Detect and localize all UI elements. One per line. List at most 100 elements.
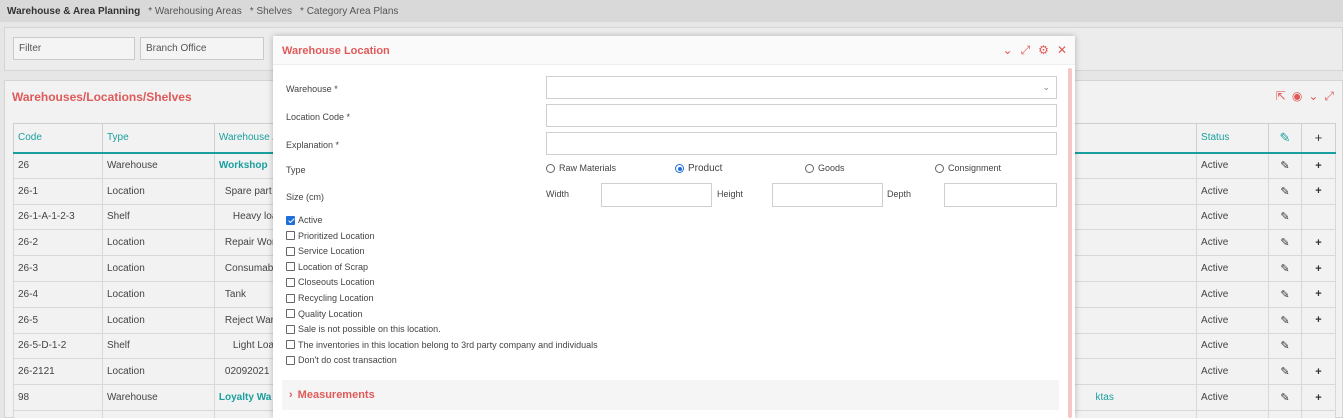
close-icon[interactable]: ✕ xyxy=(1057,43,1067,58)
edit-row-icon[interactable]: ✎ xyxy=(1268,255,1302,282)
breadcrumb-shelves[interactable]: Shelves xyxy=(250,6,292,17)
eye-icon[interactable]: ◉ xyxy=(1292,89,1302,104)
add-column-icon[interactable]: + xyxy=(1300,123,1337,154)
add-child-icon[interactable]: + xyxy=(1300,229,1337,257)
explanation-label: Explanation * xyxy=(286,140,340,150)
checkbox[interactable] xyxy=(286,309,295,319)
checkbox[interactable] xyxy=(286,324,295,334)
breadcrumb: Warehouse & Area Planning Warehousing Ar… xyxy=(0,0,1343,22)
add-child-icon[interactable]: + xyxy=(1300,409,1337,418)
add-child-icon[interactable]: + xyxy=(1300,306,1337,334)
column-header-code[interactable]: Code xyxy=(13,123,103,154)
height-field[interactable] xyxy=(772,183,883,207)
checkbox[interactable] xyxy=(286,231,295,241)
breadcrumb-category-area-plans[interactable]: Category Area Plans xyxy=(300,6,399,17)
cell-code: 98 xyxy=(13,384,103,411)
width-label: Width xyxy=(546,189,570,199)
type-radio-goods[interactable]: Goods xyxy=(805,163,845,173)
cell-type: Location xyxy=(101,229,215,257)
option-checkbox-item[interactable]: Recycling Location xyxy=(286,293,374,303)
checkbox[interactable] xyxy=(286,215,295,225)
cell-status: Active xyxy=(1196,203,1269,231)
warehouse-location-dialog: Warehouse Location ⌄ ⤢ ⚙ ✕ Warehouse * ⌄… xyxy=(273,36,1075,418)
edit-row-icon[interactable]: ✎ xyxy=(1268,229,1302,257)
add-child-icon[interactable]: + xyxy=(1300,152,1337,179)
edit-row-icon[interactable]: ✎ xyxy=(1268,203,1302,231)
edit-row-icon[interactable]: ✎ xyxy=(1268,152,1302,179)
radio-consignment[interactable] xyxy=(935,163,944,173)
edit-row-icon[interactable]: ✎ xyxy=(1268,332,1302,360)
option-checkbox-item[interactable]: Sale is not possible on this location. xyxy=(286,324,441,334)
cell-type: Shelf xyxy=(101,203,215,231)
dialog-scrollbar[interactable] xyxy=(1068,68,1072,418)
cell-code: 26-5 xyxy=(13,306,103,334)
cell-code: 98-01 xyxy=(13,409,103,418)
type-radio-product[interactable]: Product xyxy=(675,163,722,174)
warehouse-label: Warehouse * xyxy=(286,84,338,94)
edit-column-icon: ✎ xyxy=(1268,123,1302,154)
option-checkbox-item[interactable]: Quality Location xyxy=(286,309,363,319)
expand-icon[interactable]: ⤢ xyxy=(1021,43,1031,58)
type-radio-consignment[interactable]: Consignment xyxy=(935,163,1001,173)
column-header-type[interactable]: Type xyxy=(101,123,215,154)
edit-row-icon[interactable]: ✎ xyxy=(1268,280,1302,308)
cell-warehouse-name: 02092021 xyxy=(224,366,270,378)
edit-row-icon[interactable]: ✎ xyxy=(1268,409,1302,418)
cell-warehouse-name: Spare part xyxy=(224,185,272,197)
location-code-field[interactable] xyxy=(546,104,1057,127)
radio-goods[interactable] xyxy=(805,163,814,173)
dialog-title: Warehouse Location xyxy=(282,45,390,57)
add-child-icon[interactable]: + xyxy=(1300,280,1337,308)
cell-status: Active xyxy=(1196,229,1269,257)
option-checkbox-item[interactable]: Closeouts Location xyxy=(286,277,375,287)
depth-field[interactable] xyxy=(944,183,1057,207)
warehouse-select[interactable]: ⌄ xyxy=(546,76,1057,99)
type-label: Type xyxy=(286,165,306,175)
column-header-status[interactable]: Status xyxy=(1196,123,1269,154)
collapse-icon[interactable]: ⌄ xyxy=(1003,43,1013,58)
option-checkbox-item[interactable]: Location of Scrap xyxy=(286,262,368,272)
cell-status: Active xyxy=(1196,358,1269,386)
measurements-section[interactable]: › Measurements xyxy=(282,380,1059,410)
gear-icon[interactable]: ⚙ xyxy=(1038,43,1049,58)
expand-icon[interactable]: ⤢ xyxy=(1324,89,1334,104)
radio-product[interactable] xyxy=(675,164,684,173)
edit-row-icon[interactable]: ✎ xyxy=(1268,177,1302,205)
filter-input[interactable]: Filter xyxy=(13,37,135,60)
width-field[interactable] xyxy=(601,183,712,207)
add-child-icon[interactable]: + xyxy=(1300,177,1337,205)
type-radio-raw-materials[interactable]: Raw Materials xyxy=(546,163,616,173)
depth-label: Depth xyxy=(887,189,912,199)
export-icon[interactable]: ⇱ xyxy=(1276,89,1286,104)
edit-row-icon[interactable]: ✎ xyxy=(1268,358,1302,386)
add-child-icon[interactable]: + xyxy=(1300,358,1337,386)
add-child-icon[interactable]: + xyxy=(1300,384,1337,411)
option-checkbox-item[interactable]: Active xyxy=(286,215,323,225)
explanation-field[interactable] xyxy=(546,132,1057,155)
checkbox[interactable] xyxy=(286,246,295,256)
chevron-down-icon[interactable]: ⌄ xyxy=(1308,89,1318,104)
add-child-icon[interactable]: + xyxy=(1300,255,1337,282)
checkbox[interactable] xyxy=(286,277,295,287)
dialog-toolbar: ⌄ ⤢ ⚙ ✕ xyxy=(1003,43,1068,58)
option-checkbox-item[interactable]: Don't do cost transaction xyxy=(286,355,397,365)
checkbox[interactable] xyxy=(286,340,295,350)
height-label: Height xyxy=(717,189,744,199)
breadcrumb-root[interactable]: Warehouse & Area Planning xyxy=(7,6,140,17)
checkbox[interactable] xyxy=(286,262,295,272)
checkbox[interactable] xyxy=(286,355,295,365)
checkbox[interactable] xyxy=(286,293,295,303)
breadcrumb-warehousing-areas[interactable]: Warehousing Areas xyxy=(148,6,242,17)
radio-raw-materials[interactable] xyxy=(546,163,555,173)
checkbox-label: Prioritized Location xyxy=(298,230,375,241)
cell-status: Active xyxy=(1196,152,1269,179)
checkbox-label: Sale is not possible on this location. xyxy=(298,324,441,335)
branch-select[interactable]: Branch Office xyxy=(140,37,264,60)
edit-row-icon[interactable]: ✎ xyxy=(1268,384,1302,411)
option-checkbox-item[interactable]: Prioritized Location xyxy=(286,231,375,241)
option-checkbox-item[interactable]: The inventories in this location belong … xyxy=(286,340,598,350)
option-checkbox-item[interactable]: Service Location xyxy=(286,246,365,256)
cell-type: Location xyxy=(101,177,215,205)
checkbox-label: The inventories in this location belong … xyxy=(298,339,598,350)
edit-row-icon[interactable]: ✎ xyxy=(1268,306,1302,334)
